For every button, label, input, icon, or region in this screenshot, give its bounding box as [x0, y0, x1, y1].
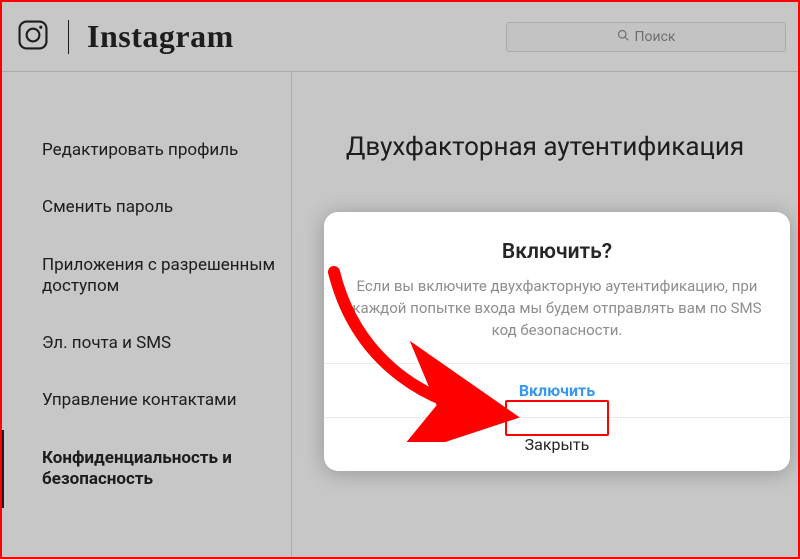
sidebar-item-manage-contacts[interactable]: Управление контактами [2, 372, 291, 429]
settings-sidebar: Редактировать профиль Сменить пароль При… [2, 72, 292, 557]
modal-description: Если вы включите двухфакторную аутентифи… [352, 276, 762, 341]
sidebar-item-label: Управление контактами [42, 390, 237, 410]
sidebar-item-change-password[interactable]: Сменить пароль [2, 179, 291, 236]
search-icon [617, 29, 629, 45]
header: Instagram Поиск [2, 2, 798, 72]
enable-button[interactable]: Включить [324, 363, 790, 417]
modal-title: Включить? [352, 240, 762, 264]
sidebar-item-label: Эл. почта и SMS [42, 333, 171, 353]
sidebar-item-privacy-security[interactable]: Конфиденциальность и безопасность [2, 430, 291, 509]
search-wrap: Поиск [506, 22, 786, 52]
sidebar-item-label: Сменить пароль [42, 197, 173, 217]
modal-body: Включить? Если вы включите двухфакторную… [324, 212, 790, 363]
search-placeholder: Поиск [635, 29, 676, 45]
logo-group: Instagram [16, 18, 234, 56]
logo-divider [68, 20, 69, 54]
button-label: Закрыть [525, 435, 590, 454]
button-label: Включить [519, 381, 595, 400]
sidebar-item-label: Редактировать профиль [42, 140, 238, 160]
sidebar-item-edit-profile[interactable]: Редактировать профиль [2, 122, 291, 179]
close-button[interactable]: Закрыть [324, 417, 790, 471]
two-factor-modal: Включить? Если вы включите двухфакторную… [324, 212, 790, 471]
sidebar-item-authorized-apps[interactable]: Приложения с разрешенным доступом [2, 237, 291, 316]
instagram-glyph-icon [16, 18, 50, 56]
sidebar-item-label: Приложения с разрешенным доступом [42, 255, 275, 296]
sidebar-item-label: Конфиденциальность и безопасность [42, 448, 232, 489]
app-frame: Instagram Поиск Редактировать профиль См… [0, 0, 800, 559]
search-input[interactable]: Поиск [506, 22, 786, 52]
page-title: Двухфакторная аутентификация [292, 132, 798, 162]
sidebar-item-email-sms[interactable]: Эл. почта и SMS [2, 315, 291, 372]
instagram-wordmark: Instagram [87, 18, 234, 55]
modal-actions: Включить Закрыть [324, 363, 790, 471]
